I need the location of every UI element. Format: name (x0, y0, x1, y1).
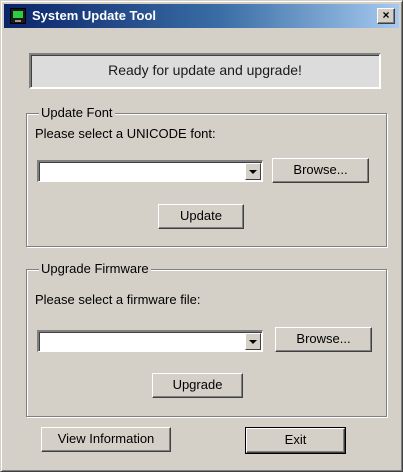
title-bar[interactable]: System Update Tool × (4, 4, 399, 28)
exit-button[interactable]: Exit (245, 427, 346, 454)
chevron-down-icon[interactable] (245, 333, 261, 350)
chevron-down-icon[interactable] (245, 163, 261, 180)
upgrade-firmware-group: Upgrade Firmware Please select a firmwar… (26, 261, 387, 417)
dialog-window: System Update Tool × Ready for update an… (0, 0, 403, 472)
upgrade-button[interactable]: Upgrade (152, 373, 243, 398)
firmware-prompt: Please select a firmware file: (35, 292, 201, 307)
font-select[interactable] (37, 160, 263, 182)
view-information-button[interactable]: View Information (41, 427, 171, 452)
update-font-group: Update Font Please select a UNICODE font… (26, 105, 387, 247)
status-message: Ready for update and upgrade! (29, 53, 381, 89)
monitor-icon (10, 8, 26, 24)
firmware-select[interactable] (37, 330, 263, 352)
firmware-browse-button[interactable]: Browse... (275, 327, 372, 352)
window-title: System Update Tool (32, 8, 157, 23)
font-prompt: Please select a UNICODE font: (35, 126, 216, 141)
font-browse-button[interactable]: Browse... (272, 158, 369, 183)
update-font-group-label: Update Font (39, 105, 115, 121)
update-button[interactable]: Update (158, 204, 244, 229)
close-icon[interactable]: × (377, 8, 395, 24)
upgrade-firmware-group-label: Upgrade Firmware (39, 261, 151, 277)
